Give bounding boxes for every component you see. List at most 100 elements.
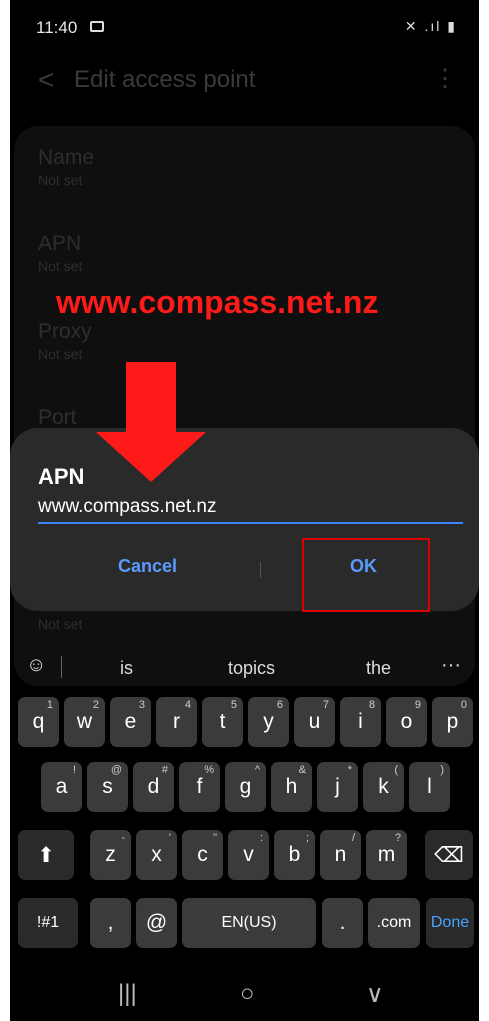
key-v[interactable]: v: — [228, 830, 269, 880]
key-hint: 1 — [46, 699, 53, 711]
status-bar: 11:40 ✕ .ıl ▮ — [10, 0, 479, 52]
key-z[interactable]: z- — [90, 830, 131, 880]
key-label: z — [105, 843, 116, 866]
key-label: f — [196, 775, 203, 798]
home-icon[interactable]: ○ — [240, 980, 255, 1008]
down-arrow-annotation — [96, 362, 206, 482]
field-apn[interactable]: APN Not set — [38, 232, 82, 274]
key-q[interactable]: q1 — [18, 697, 59, 747]
suggestion-word[interactable]: topics — [228, 658, 275, 679]
key-i[interactable]: i8 — [340, 697, 381, 747]
key-label: d — [147, 775, 160, 798]
back-nav-icon[interactable]: ∨ — [366, 980, 384, 1009]
key-c[interactable]: c " — [182, 830, 223, 880]
key-label: !#1 — [36, 914, 60, 931]
key-label: g — [239, 775, 252, 798]
emoji-icon[interactable]: ☺ — [26, 654, 46, 677]
key-label: h — [285, 775, 298, 798]
field-proxy[interactable]: Proxy Not set — [38, 320, 92, 362]
field-value: Not set — [38, 172, 83, 188]
done-key[interactable]: Done — [426, 898, 474, 948]
key-hint: & — [298, 764, 306, 776]
key-label: y — [263, 710, 274, 733]
suggestion-divider — [61, 656, 62, 678]
key-hint: ) — [440, 764, 444, 776]
apn-dialog: APN www.compass.net.nz Cancel OK — [10, 428, 479, 612]
suggestion-word[interactable]: is — [120, 658, 133, 679]
key-label: n — [334, 843, 347, 866]
key-f[interactable]: f% — [179, 762, 220, 812]
field-name[interactable]: Name Not set — [38, 146, 94, 188]
key-label: s — [102, 775, 113, 798]
key-hint: 9 — [414, 699, 421, 711]
key-hint: " — [213, 832, 217, 844]
key-label: e — [124, 710, 137, 733]
symbols-key[interactable]: !#1 — [18, 898, 78, 948]
key-l[interactable]: l) — [409, 762, 450, 812]
key-label: v — [243, 843, 254, 866]
key-hint: / — [351, 832, 355, 844]
key-hint: @ — [110, 764, 122, 776]
key-n[interactable]: n / — [320, 830, 361, 880]
key-label: , — [107, 911, 114, 934]
recent-apps-icon[interactable]: ||| — [118, 980, 137, 1008]
key-e[interactable]: e3 — [110, 697, 151, 747]
shift-key[interactable]: ⬆ — [18, 830, 74, 880]
key-label: l — [427, 775, 432, 798]
page-title: Edit access point — [74, 66, 256, 93]
key-j[interactable]: j * — [317, 762, 358, 812]
key-label: p — [446, 710, 459, 733]
status-time: 11:40 — [36, 18, 78, 37]
key-label: a — [55, 775, 68, 798]
at-key[interactable]: @ — [136, 898, 177, 948]
key-hint: ^ — [254, 764, 260, 776]
key-hint: 8 — [368, 699, 375, 711]
key-o[interactable]: o9 — [386, 697, 427, 747]
dotcom-key[interactable]: .com — [368, 898, 420, 948]
key-x[interactable]: x ' — [136, 830, 177, 880]
key-label: r — [173, 710, 180, 733]
more-options-icon[interactable]: ⋮ — [433, 64, 457, 93]
apn-input[interactable]: www.compass.net.nz — [38, 492, 463, 524]
key-g[interactable]: g ^ — [225, 762, 266, 812]
key-label: u — [308, 710, 321, 733]
key-hint: - — [121, 832, 125, 844]
key-hint: 2 — [92, 699, 99, 711]
key-d[interactable]: d # — [133, 762, 174, 812]
key-y[interactable]: y6 — [248, 697, 289, 747]
button-divider — [260, 562, 261, 578]
key-u[interactable]: u7 — [294, 697, 335, 747]
key-label: m — [377, 843, 396, 866]
field-port[interactable]: Port — [38, 406, 77, 430]
key-k[interactable]: k( — [363, 762, 404, 812]
navigation-bar: ||| ○ ∨ — [10, 970, 479, 1021]
key-hint: # — [161, 764, 168, 776]
key-m[interactable]: m? — [366, 830, 407, 880]
key-s[interactable]: s @ — [87, 762, 128, 812]
key-p[interactable]: p0 — [432, 697, 473, 747]
cancel-button[interactable]: Cancel — [118, 556, 177, 577]
suggestion-word[interactable]: the — [366, 658, 391, 679]
key-h[interactable]: h & — [271, 762, 312, 812]
app-bar: < Edit access point ⋮ — [10, 52, 479, 108]
key-b[interactable]: b; — [274, 830, 315, 880]
back-icon[interactable]: < — [38, 64, 54, 96]
backspace-key[interactable]: ⌫ — [425, 830, 473, 880]
key-t[interactable]: t5 — [202, 697, 243, 747]
field-label: Port — [38, 406, 77, 429]
key-a[interactable]: a! — [41, 762, 82, 812]
key-label: @ — [145, 911, 168, 934]
key-label: q — [32, 710, 45, 733]
key-hint: 5 — [230, 699, 237, 711]
key-label: EN(US) — [221, 914, 277, 931]
key-hint: : — [259, 832, 263, 844]
more-suggestions-icon[interactable]: ··· — [441, 654, 461, 677]
key-label: x — [151, 843, 162, 866]
key-label: ⌫ — [434, 843, 464, 867]
space-key[interactable]: EN(US) — [182, 898, 316, 948]
period-key[interactable]: . — [322, 898, 363, 948]
key-w[interactable]: w2 — [64, 697, 105, 747]
key-hint: 6 — [276, 699, 283, 711]
comma-key[interactable]: , — [90, 898, 131, 948]
key-r[interactable]: r4 — [156, 697, 197, 747]
